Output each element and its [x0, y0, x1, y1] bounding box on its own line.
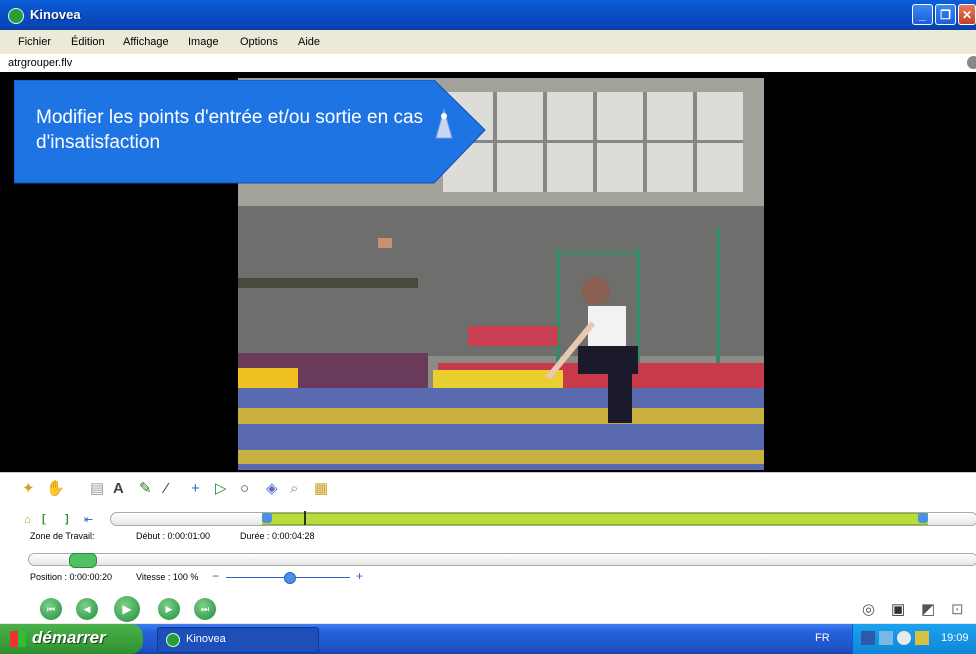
position-readout: Position : 0:00:00:20 [30, 572, 113, 582]
taskbar-item-kinovea[interactable]: Kinovea [157, 627, 319, 653]
lock-icon[interactable]: ⌂ [24, 514, 31, 526]
tray-app-icon[interactable] [879, 631, 893, 645]
language-indicator[interactable]: FR [815, 632, 830, 644]
windows-logo-icon [10, 631, 26, 647]
menu-bar: Fichier Édition Affichage Image Options … [0, 30, 976, 54]
workzone-label: Zone de Travail: [30, 531, 95, 541]
position-thumb[interactable] [69, 553, 97, 568]
clock: 19:09 [941, 632, 969, 644]
restore-button[interactable]: ❐ [935, 4, 956, 25]
angle-tool-icon[interactable]: ▷ [215, 481, 227, 496]
add-keyframe-icon[interactable]: ✦ [22, 481, 35, 496]
chrono-icon[interactable]: ▦ [314, 481, 328, 496]
cross-marker-icon[interactable]: + [191, 481, 200, 496]
file-name: atrgrouper.flv [8, 57, 73, 69]
menu-affichage[interactable]: Affichage [123, 36, 169, 48]
menu-fichier[interactable]: Fichier [18, 36, 51, 48]
previous-frame-button[interactable]: ◀ [76, 598, 98, 620]
menu-aide[interactable]: Aide [298, 36, 320, 48]
menu-options[interactable]: Options [240, 36, 278, 48]
workzone-cursor [304, 511, 306, 525]
position-track[interactable] [28, 553, 976, 566]
kinovea-task-icon [166, 633, 180, 647]
hand-tool-icon[interactable]: ✋ [46, 481, 65, 496]
close-file-icon[interactable] [967, 56, 976, 69]
title-bar: Kinovea _ ❐ ✕ [0, 0, 976, 30]
circle-tool-icon[interactable]: ○ [240, 481, 249, 496]
workzone-selection[interactable] [262, 513, 928, 525]
kinovea-app-icon [8, 8, 24, 24]
first-frame-button[interactable]: ⏮ [40, 598, 62, 620]
export-video-icon[interactable]: ◩ [921, 600, 935, 618]
menu-edition[interactable]: Édition [71, 36, 105, 48]
presentation-icon[interactable]: ⊡ [951, 600, 964, 618]
tray-volume-icon[interactable] [897, 631, 911, 645]
perspective-grid-icon[interactable]: ◈ [266, 481, 278, 496]
speed-slider-thumb[interactable] [284, 572, 296, 584]
close-button[interactable]: ✕ [958, 4, 976, 25]
pencil-tool-icon[interactable]: ✎ [139, 481, 152, 496]
line-tool-icon[interactable]: ⁄ [165, 481, 168, 496]
window-title: Kinovea [30, 7, 81, 22]
start-button[interactable]: démarrer [0, 624, 143, 654]
drawing-toolbar: ✦ ✋ ▤ A ✎ ⁄ + ▷ ○ ◈ ⌕ ▦ [0, 472, 976, 503]
next-frame-button[interactable]: ▶ [158, 598, 180, 620]
tray-security-icon[interactable] [915, 631, 929, 645]
menu-image[interactable]: Image [188, 36, 219, 48]
magnifier-icon[interactable]: ⌕ [290, 481, 298, 496]
speed-down-icon[interactable]: − [212, 569, 219, 583]
play-button[interactable]: ▶ [114, 596, 140, 622]
set-start-icon[interactable]: [ [42, 513, 46, 525]
workzone-start: Début : 0:00:01:00 [136, 531, 211, 541]
goto-start-icon[interactable]: ⇤ [84, 513, 93, 526]
instruction-callout: Modifier les points d'entrée et/ou sorti… [13, 79, 486, 187]
minimize-button[interactable]: _ [912, 4, 933, 25]
file-tab: atrgrouper.flv [0, 54, 976, 73]
callout-text: Modifier les points d'entrée et/ou sorti… [36, 107, 424, 153]
last-frame-button[interactable]: ⏭ [194, 598, 216, 620]
snapshot-icon[interactable]: ▣ [891, 600, 905, 618]
speed-readout: Vitesse : 100 % [136, 572, 199, 582]
tray-network-icon[interactable] [861, 631, 875, 645]
workzone-start-handle[interactable] [262, 513, 272, 523]
workzone-duration: Durée : 0:00:04:28 [240, 531, 315, 541]
comment-tool-icon[interactable]: ▤ [90, 481, 104, 496]
system-tray: 19:09 [852, 624, 976, 654]
taskbar: démarrer Kinovea FR 19:09 [0, 624, 976, 654]
text-tool-icon[interactable]: A [113, 481, 124, 496]
set-end-icon[interactable]: ] [65, 513, 69, 525]
workzone-end-handle[interactable] [918, 513, 928, 523]
speed-up-icon[interactable]: + [356, 569, 363, 583]
sync-icon[interactable]: ◎ [862, 600, 875, 618]
